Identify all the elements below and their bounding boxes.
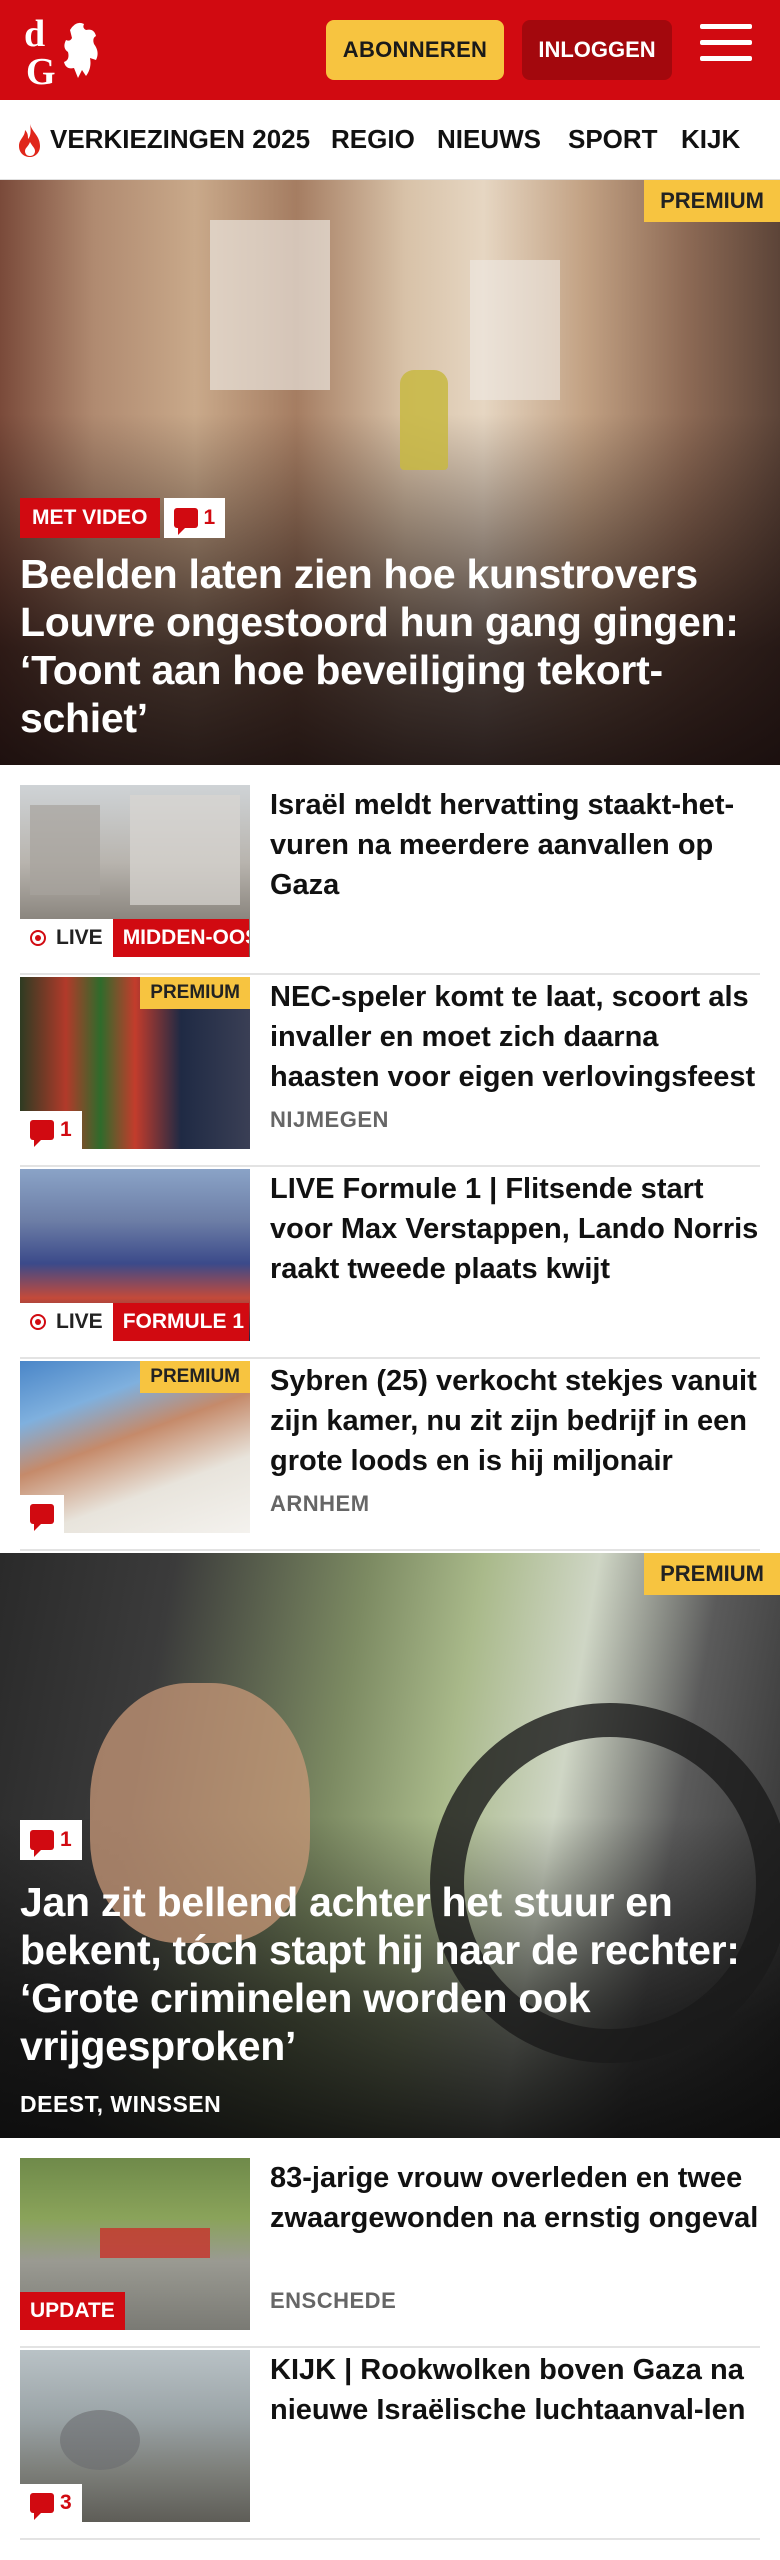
list-item[interactable]: PREMIUM 1 NEC-speler komt te laat, scoor…: [20, 977, 760, 1167]
list-item[interactable]: LIVE FORMULE 1 LIVE Formule 1 | Flitsend…: [20, 1169, 760, 1359]
article-title[interactable]: Sybren (25) verkocht stekjes vanuit zijn…: [270, 1361, 760, 1481]
subscribe-button[interactable]: ABONNEREN: [326, 20, 504, 80]
article-thumbnail: LIVE MIDDEN-OOSTEN: [20, 785, 250, 957]
comment-count-value: 3: [60, 2491, 72, 2514]
comment-icon: [30, 1830, 54, 1857]
hero-image-window: [210, 220, 330, 390]
article-thumbnail: LIVE FORMULE 1: [20, 1169, 250, 1341]
comment-icon: [30, 1120, 54, 1147]
video-tag: MET VIDEO: [20, 498, 160, 538]
nav-item-regio[interactable]: REGIO: [331, 124, 415, 155]
article-thumbnail: PREMIUM 1: [20, 977, 250, 1149]
nav-item-kijk[interactable]: KIJK: [681, 124, 740, 155]
comment-count[interactable]: 1: [20, 1820, 82, 1860]
article-title[interactable]: 83-jarige vrouw overleden en twee zwaarg…: [270, 2158, 760, 2238]
comment-icon: [173, 508, 198, 535]
dg-logo[interactable]: d G: [22, 12, 118, 93]
article-title[interactable]: Israël meldt hervatting staakt-het-vuren…: [270, 785, 760, 905]
login-button[interactable]: INLOGGEN: [522, 20, 672, 80]
article-title[interactable]: NEC-speler komt te laat, scoort als inva…: [270, 977, 760, 1097]
list-item[interactable]: 3 KIJK | Rookwolken boven Gaza na nieuwe…: [20, 2350, 760, 2540]
live-label: LIVE: [56, 926, 103, 949]
hero-article-jan[interactable]: PREMIUM 1 Jan zit bellend achter het stu…: [0, 1553, 780, 2138]
article-thumbnail: 3: [20, 2350, 250, 2522]
article-thumbnail: UPDATE: [20, 2158, 250, 2330]
comment-count-value: 1: [60, 1828, 72, 1851]
live-dot-icon: [30, 1314, 46, 1330]
hero-image-figure: [400, 370, 448, 470]
live-dot-icon: [30, 930, 46, 946]
hero-article-louvre[interactable]: PREMIUM MET VIDEO 1 Beelden laten zien h…: [0, 180, 780, 765]
nav-item-verkiezingen[interactable]: VERKIEZINGEN 2025: [50, 124, 310, 155]
list-item[interactable]: LIVE MIDDEN-OOSTEN Israël meldt hervatti…: [20, 785, 760, 975]
comment-icon: [30, 1504, 54, 1531]
live-badge: LIVE: [20, 919, 113, 957]
article-location: ENSCHEDE: [270, 2288, 397, 2313]
section-nav: VERKIEZINGEN 2025 REGIO NIEUWS SPORT KIJ…: [0, 100, 780, 180]
flame-icon: [19, 124, 40, 157]
comment-count[interactable]: 1: [163, 498, 226, 538]
article-title[interactable]: LIVE Formule 1 | Flitsende start voor Ma…: [270, 1169, 760, 1289]
comment-count-value: 1: [60, 1118, 72, 1141]
premium-badge: PREMIUM: [644, 180, 780, 222]
comment-count[interactable]: 3: [20, 2484, 82, 2522]
premium-badge: PREMIUM: [140, 977, 250, 1009]
menu-icon[interactable]: [700, 24, 752, 76]
update-badge: UPDATE: [20, 2292, 125, 2330]
list-item[interactable]: PREMIUM Sybren (25) verkocht stekjes van…: [20, 1361, 760, 1551]
nav-item-nieuws[interactable]: NIEUWS: [437, 124, 541, 155]
hero-title[interactable]: Jan zit bellend achter het stuur en beke…: [20, 1878, 750, 2070]
hero-location: DEEST, WINSSEN: [20, 2091, 222, 2117]
live-label: LIVE: [56, 1310, 103, 1333]
comment-count-value: 1: [203, 506, 216, 529]
top-bar: d G ABONNEREN INLOGGEN: [0, 0, 780, 100]
premium-badge: PREMIUM: [140, 1361, 250, 1393]
comment-count[interactable]: [20, 1495, 64, 1533]
article-location: ARNHEM: [270, 1491, 370, 1516]
category-badge: FORMULE 1: [112, 1303, 249, 1341]
article-title[interactable]: KIJK | Rookwolken boven Gaza na nieuwe I…: [270, 2350, 760, 2430]
article-location: NIJMEGEN: [270, 1107, 389, 1132]
list-item[interactable]: UPDATE 83-jarige vrouw overleden en twee…: [20, 2158, 760, 2348]
article-thumbnail: PREMIUM: [20, 1361, 250, 1533]
svg-text:d: d: [24, 13, 45, 55]
premium-badge: PREMIUM: [644, 1553, 780, 1595]
live-badge: LIVE: [20, 1303, 113, 1341]
hero-title[interactable]: Beelden laten zien hoe kunstrovers Louvr…: [20, 550, 750, 742]
hero-image-window: [470, 260, 560, 400]
comment-count[interactable]: 1: [20, 1111, 82, 1149]
svg-text:G: G: [26, 51, 56, 88]
category-badge: MIDDEN-OOSTEN: [112, 919, 249, 957]
nav-item-sport[interactable]: SPORT: [568, 124, 658, 155]
comment-icon: [30, 2493, 54, 2520]
